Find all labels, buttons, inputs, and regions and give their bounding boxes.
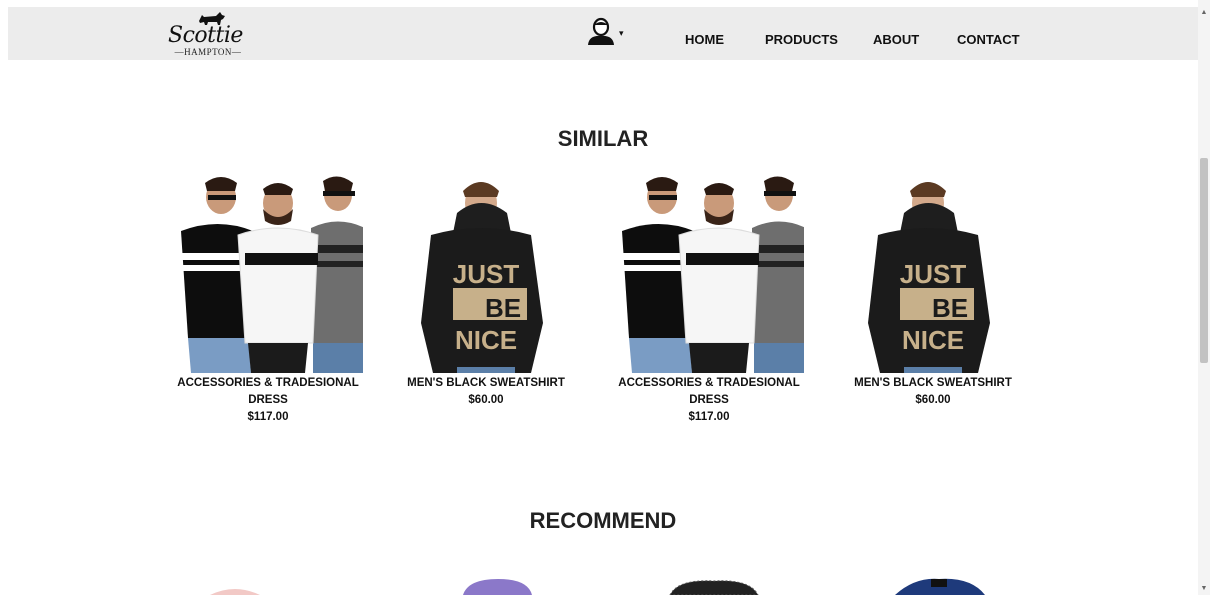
scroll-down-arrow-icon[interactable]: ▼ [1200, 585, 1208, 593]
product-price: $117.00 [247, 411, 289, 423]
hoodie-print-nice: NICE [902, 325, 964, 355]
black-hoodie-image: JUST BE NICE [838, 173, 1028, 373]
nav-contact[interactable]: CONTACT [957, 32, 1020, 47]
recommend-product-image[interactable] [205, 575, 265, 595]
product-price: $60.00 [468, 394, 504, 406]
similar-product-card[interactable]: JUST BE NICE MEN'S BLACK SWEATSHIRT $60.… [838, 173, 1028, 409]
product-price: $117.00 [688, 411, 730, 423]
scrollbar-thumb[interactable] [1200, 158, 1208, 363]
recommend-product-image[interactable] [875, 575, 1003, 595]
nav-home[interactable]: HOME [685, 32, 724, 47]
recommend-product-image[interactable] [668, 575, 760, 595]
nav-products[interactable]: PRODUCTS [765, 32, 838, 47]
recommend-section-title: RECOMMEND [529, 508, 677, 533]
three-men-tshirts-image [173, 173, 363, 373]
hoodie-print-nice: NICE [455, 325, 517, 355]
recommend-product-image[interactable] [460, 575, 535, 595]
product-name: ACCESSORIES & TRADESIONAL DRESS [618, 377, 800, 406]
scroll-up-arrow-icon[interactable]: ▲ [1200, 9, 1208, 17]
three-men-tshirts-image [614, 173, 804, 373]
page: Scottie —HAMPTON— ▾ HOME PRODUCTS ABOUT … [0, 0, 1210, 595]
nav-links: HOME PRODUCTS ABOUT CONTACT [8, 7, 1198, 60]
nav-about[interactable]: ABOUT [873, 32, 919, 47]
hoodie-print-just: JUST [453, 259, 520, 289]
product-name: MEN'S BLACK SWEATSHIRT [407, 377, 565, 389]
similar-product-card[interactable]: ACCESSORIES & TRADESIONAL DRESS $117.00 [173, 173, 363, 426]
similar-product-card[interactable]: ACCESSORIES & TRADESIONAL DRESS $117.00 [614, 173, 804, 426]
hoodie-print-be: BE [932, 293, 968, 323]
product-name: MEN'S BLACK SWEATSHIRT [854, 377, 1012, 389]
product-name: ACCESSORIES & TRADESIONAL DRESS [177, 377, 359, 406]
black-hoodie-image: JUST BE NICE [391, 173, 581, 373]
hoodie-print-be: BE [485, 293, 521, 323]
product-price: $60.00 [915, 394, 951, 406]
similar-product-card[interactable]: JUST BE NICE MEN'S BLACK SWEATSHIRT $60.… [391, 173, 581, 409]
navbar: Scottie —HAMPTON— ▾ HOME PRODUCTS ABOUT … [8, 7, 1198, 60]
vertical-scrollbar[interactable]: ▲ ▼ [1198, 0, 1210, 595]
hoodie-print-just: JUST [900, 259, 967, 289]
similar-section-title: SIMILAR [557, 126, 649, 151]
